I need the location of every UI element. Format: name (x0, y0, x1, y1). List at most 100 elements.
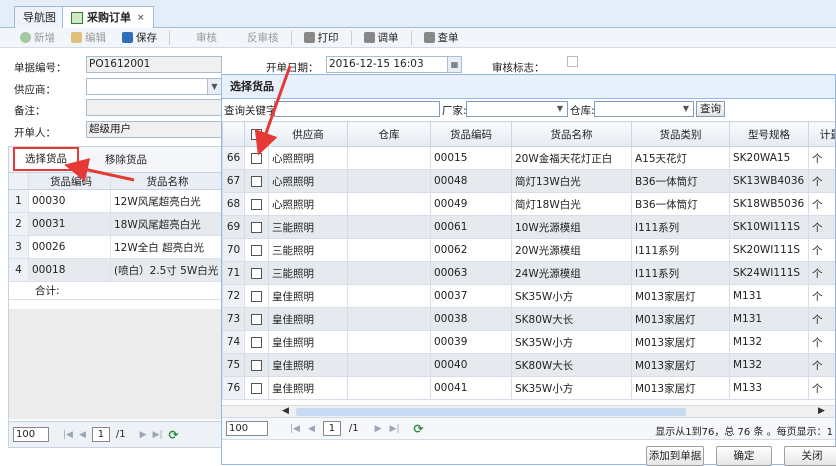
last-page-icon[interactable]: ▶| (390, 424, 400, 434)
add-to-order-button[interactable]: 添加到单据 (646, 446, 704, 466)
divider (169, 30, 170, 45)
order-lines-panel: 选择货品 移除货品 货品编码 货品名称 1 00030 12W风尾超亮白光 2 0003… (8, 146, 222, 448)
query-button[interactable]: 查询 (696, 101, 725, 117)
dialog-footer: 添加到单据 确定 关闭 (222, 439, 836, 466)
print-button[interactable]: 打印 (296, 29, 347, 47)
warehouse-select[interactable]: ▼ (594, 101, 694, 117)
page-input[interactable]: 1 (322, 421, 341, 436)
row-checkbox[interactable] (251, 359, 262, 371)
table-row[interactable]: 71 三能照明 00063 24W光源模组 I111系列 SK24WI111S 个 (222, 261, 835, 285)
new-button[interactable]: 新增 (12, 29, 63, 47)
goods-grid: 供应商 仓库 货品编码 货品名称 货品类别 型号规格 计量单 66心照照明000… (222, 121, 835, 401)
vendor-select[interactable]: ▼ (466, 101, 568, 117)
table-row[interactable]: 67 心照照明 00048 简灯13W白光 B36一体筒灯 SK13WB4036 个 (222, 169, 835, 193)
scrollbar-thumb[interactable] (296, 408, 686, 416)
row-checkbox[interactable] (251, 152, 262, 164)
chevron-down-icon[interactable]: ▼ (679, 102, 693, 116)
row-checkbox[interactable] (251, 244, 262, 256)
row-checkbox[interactable] (251, 175, 262, 187)
add-icon (20, 32, 31, 43)
page-size-select[interactable]: 100 (13, 427, 49, 442)
page-input[interactable]: 1 (91, 427, 110, 442)
printer-icon (363, 32, 375, 43)
date-field[interactable]: 2016-12-15 16:03 ▦ (326, 56, 462, 73)
list-item[interactable]: 2 00031 18W风尾超亮白光 (9, 213, 221, 236)
table-row[interactable]: 69 三能照明 00061 10W光源模组 I111系列 SK10WI111S 个 (222, 215, 835, 239)
remove-goods-tab[interactable]: 移除货品 (95, 150, 157, 170)
refresh-icon[interactable]: ⟳ (414, 422, 424, 436)
unaudit-button[interactable]: 反审核 (239, 29, 287, 47)
remark-label: 备注： (14, 105, 46, 117)
refresh-icon[interactable]: ⟳ (169, 428, 179, 442)
table-row[interactable]: 72 皇佳照明 00037 SK35W小方 M013家居灯 M131 个 (222, 284, 835, 308)
dialog-title: 选择货品 (222, 75, 835, 99)
ok-button[interactable]: 确定 (716, 446, 772, 466)
remark-field[interactable] (86, 99, 222, 116)
calendar-icon[interactable]: ▦ (447, 57, 461, 72)
row-checkbox[interactable] (251, 290, 262, 302)
row-checkbox[interactable] (251, 221, 262, 233)
pencil-icon (71, 32, 82, 43)
table-row[interactable]: 74 皇佳照明 00039 SK35W小方 M013家居灯 M132 个 (222, 330, 835, 354)
chevron-down-icon[interactable]: ▼ (553, 102, 567, 116)
order-no-field[interactable]: PO1612001 (86, 56, 222, 73)
toolbar: 新增 编辑 保存 审核 反审核 打印 调单 查单 (0, 28, 836, 48)
column-header-warehouse[interactable]: 仓库 (347, 121, 431, 147)
prev-page-icon[interactable]: ◀ (308, 424, 315, 434)
first-page-icon[interactable]: |◀ (63, 430, 73, 440)
tab-purchase-order[interactable]: 采购订单 × (62, 6, 154, 29)
column-header-supplier[interactable]: 供应商 (268, 121, 348, 147)
audit-checkbox[interactable] (567, 56, 578, 67)
table-row[interactable]: 73 皇佳照明 00038 SK80W大长 M013家居灯 M131 个 (222, 307, 835, 331)
column-header-code[interactable]: 货品编码 (29, 173, 111, 189)
table-row[interactable]: 66 心照照明 00015 20W金福天花灯正白 A15天花灯 SK20WA15 个 (222, 146, 835, 170)
column-header-unit[interactable]: 计量单 (808, 121, 835, 147)
list-item[interactable]: 3 00026 12W全白 超亮白光 (9, 236, 221, 259)
divider (290, 30, 292, 45)
row-checkbox[interactable] (251, 313, 262, 325)
save-button[interactable]: 保存 (114, 29, 165, 47)
close-icon[interactable]: × (137, 8, 145, 28)
list-item[interactable]: 4 00018 (喷白）2.5寸 5W白光 (9, 259, 221, 282)
select-goods-tab[interactable]: 选择货品 (13, 147, 79, 171)
row-checkbox[interactable] (251, 267, 262, 279)
row-checkbox[interactable] (251, 382, 262, 394)
tab-navigation-map[interactable]: 导航图 (14, 6, 65, 28)
first-page-icon[interactable]: |◀ (290, 424, 300, 434)
list-item[interactable]: 1 00030 12W风尾超亮白光 (9, 190, 221, 213)
next-page-icon[interactable]: ▶ (375, 424, 382, 434)
supplier-select[interactable]: ▼ (86, 78, 222, 95)
last-page-icon[interactable]: ▶| (153, 430, 163, 440)
document-icon (71, 12, 83, 24)
order-lines-grid: 货品编码 货品名称 1 00030 12W风尾超亮白光 2 00031 18W风尾超亮白光… (9, 173, 221, 300)
row-checkbox[interactable] (251, 198, 262, 210)
page-size-select[interactable]: 100 (226, 421, 268, 436)
scroll-right-icon[interactable]: ▶ (818, 406, 825, 416)
table-row[interactable]: 75 皇佳照明 00040 SK80W大长 M013家居灯 M132 个 (222, 353, 835, 377)
query-button[interactable]: 查单 (416, 29, 467, 47)
table-row[interactable]: 76 皇佳照明 00041 SK35W小方 M013家居灯 M133 个 (222, 376, 835, 400)
keyword-input[interactable] (274, 101, 440, 117)
close-button[interactable]: 关闭 (784, 446, 836, 466)
scroll-left-icon[interactable]: ◀ (282, 406, 289, 416)
empty-grid-area (9, 309, 221, 419)
column-header-category[interactable]: 货品类别 (631, 121, 730, 147)
column-header-name[interactable]: 货品名称 (511, 121, 632, 147)
column-header-code[interactable]: 货品编码 (430, 121, 512, 147)
table-row[interactable]: 70 三能照明 00062 20W光源模组 I111系列 SK20WI111S 个 (222, 238, 835, 262)
column-header-model[interactable]: 型号规格 (729, 121, 809, 147)
select-all-checkbox[interactable] (244, 121, 269, 147)
printer-icon (423, 32, 435, 43)
chevron-down-icon[interactable]: ▼ (207, 79, 221, 94)
row-checkbox[interactable] (251, 336, 262, 348)
column-header-name[interactable]: 货品名称 (111, 173, 221, 189)
horizontal-scrollbar[interactable]: ◀ ▶ (222, 405, 835, 417)
edit-button[interactable]: 编辑 (63, 29, 114, 47)
audit-button[interactable]: 审核 (188, 29, 225, 47)
next-page-icon[interactable]: ▶ (140, 430, 147, 440)
vendor-label: 厂家: (442, 105, 467, 117)
transfer-button[interactable]: 调单 (356, 29, 407, 47)
warehouse-label: 仓库: (570, 105, 595, 117)
prev-page-icon[interactable]: ◀ (79, 430, 86, 440)
table-row[interactable]: 68 心照照明 00049 简灯18W白光 B36一体筒灯 SK18WB5036 个 (222, 192, 835, 216)
